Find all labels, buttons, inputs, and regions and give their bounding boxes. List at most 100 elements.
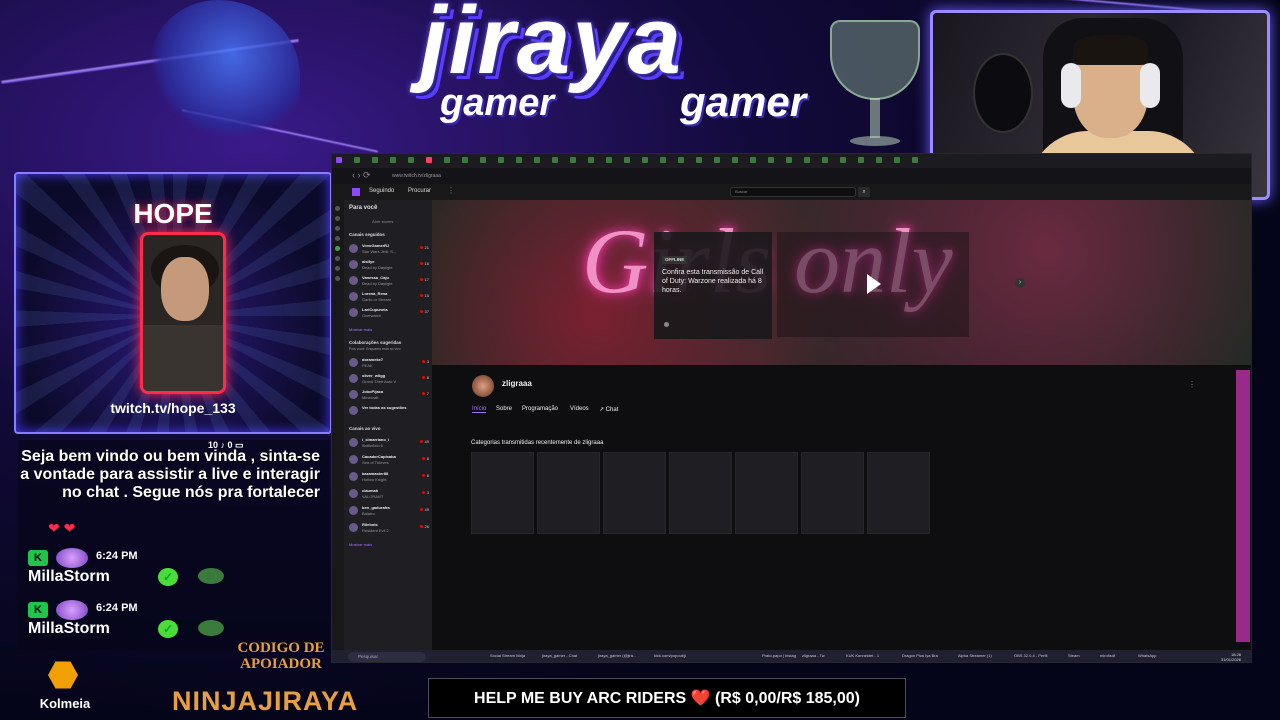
scrollbar[interactable] bbox=[1236, 370, 1250, 642]
more-icon[interactable]: ⋮ bbox=[447, 186, 455, 195]
sidebar-channel[interactable]: LariCupuneia Overwatch 37 bbox=[349, 306, 429, 320]
stream-overlay: jiraya gamer gamer HOPE twitch.tv/hope_1… bbox=[0, 0, 1280, 720]
logo-subtitle-right: gamer bbox=[680, 78, 807, 125]
category-card[interactable] bbox=[669, 452, 732, 534]
nav-browse[interactable]: Procurar bbox=[408, 188, 431, 194]
collab-subtitle: Pois você: Enquanto está ao vivo bbox=[349, 347, 401, 351]
twitch-logo-icon[interactable] bbox=[352, 188, 360, 196]
twitch-header: Seguindo Procurar ⋮ Buscar ⌕ bbox=[332, 184, 1251, 200]
show-more-link[interactable]: Mostrar mais bbox=[349, 327, 372, 332]
side-icon-rail bbox=[332, 200, 344, 660]
category-card[interactable] bbox=[471, 452, 534, 534]
category-card[interactable] bbox=[603, 452, 666, 534]
supporter-code: NINJAJIRAYA bbox=[172, 686, 359, 716]
chat-username: MillaStorm bbox=[28, 568, 110, 585]
promo-panel: HOPE twitch.tv/hope_133 bbox=[14, 172, 332, 434]
section-live: Canais ao vivo bbox=[349, 426, 381, 431]
clock-date: 31/01/2026 bbox=[1220, 657, 1241, 662]
section-followed: Canais seguidos bbox=[349, 232, 385, 237]
sidebar-channel[interactable]: Lorena_Rena Garlic or Stream 15 bbox=[349, 290, 429, 304]
categories-title: Categorias transmitidas recentemente de … bbox=[471, 440, 604, 446]
taskbar-item[interactable]: kick.com/popout/ji bbox=[654, 653, 686, 658]
sidebar-channel[interactable]: Rilebots Resident Evil 2 26 bbox=[349, 521, 429, 535]
taskbar-item[interactable]: Alpha Streamer (1) bbox=[958, 653, 992, 658]
followed-sidebar: Para você Abrir stories Canais seguidos … bbox=[344, 200, 432, 660]
channel-banner: Girls only OFFLINE Confira esta transmis… bbox=[432, 200, 1251, 365]
taskbar-item[interactable]: WhatsApp bbox=[1138, 653, 1156, 658]
tab-chat[interactable]: ↗ Chat bbox=[599, 406, 618, 413]
taskbar-search[interactable]: Pesquisar bbox=[348, 652, 426, 662]
search-input[interactable]: Buscar bbox=[730, 187, 856, 197]
sidebar-channel[interactable]: VovoGamerRJ Star Wars Jedi: S... 21 bbox=[349, 242, 429, 256]
hearts-icon: ❤ ❤ bbox=[48, 520, 76, 536]
taskbar-item[interactable]: zligraaa - Tw bbox=[802, 653, 825, 658]
offline-text: Confira esta transmissão de Call of Duty… bbox=[662, 269, 764, 294]
play-icon[interactable] bbox=[867, 274, 881, 294]
sidebar-channel[interactable]: oliver_wilgg Grand Theft Auto V8 bbox=[349, 372, 429, 386]
nav-following[interactable]: Seguindo bbox=[369, 188, 394, 194]
sidebar-channel[interactable]: Vanessa_Caju Dead by Daylight 17 bbox=[349, 274, 429, 288]
sidebar-channel[interactable]: claumah VALORANT 3 bbox=[349, 487, 429, 501]
supporter-code-label: CODIGO DE APOIADOR bbox=[237, 640, 325, 672]
sidebar-channel[interactable]: ben_gadurafra Balatro 49 bbox=[349, 504, 429, 518]
taskbar-item[interactable]: Steam bbox=[1068, 653, 1080, 658]
taskbar-item[interactable]: jiraya_gamer (@jira... bbox=[598, 653, 636, 658]
category-card[interactable] bbox=[801, 452, 864, 534]
taskbar-item[interactable]: Prato-papo | Instag bbox=[762, 653, 796, 658]
sidebar-channel[interactable]: alsifye Dead by Daylight 18 bbox=[349, 258, 429, 272]
taskbar-item[interactable]: Social Stream Ninja bbox=[490, 653, 525, 658]
taskbar-clock[interactable]: 18:28 31/01/2026 bbox=[1221, 652, 1241, 662]
sidebar-channel[interactable]: kazamaster88 Hollow Knight 6 bbox=[349, 470, 429, 484]
taskbar-item[interactable]: KUK Konnektet - 1 bbox=[846, 653, 879, 658]
mascot-logo bbox=[150, 0, 300, 140]
chevron-right-icon[interactable]: › bbox=[1015, 278, 1025, 288]
see-all-suggestions[interactable]: Ver todas as sugestões bbox=[349, 404, 429, 418]
offline-tag: OFFLINE bbox=[662, 256, 688, 264]
channel-name[interactable]: zligraaa bbox=[502, 379, 532, 388]
stories-button[interactable]: Abrir stories bbox=[372, 219, 393, 224]
tab-home[interactable]: Início bbox=[472, 406, 487, 413]
channel-info: zligraaa bbox=[472, 375, 672, 397]
chat-time: 6:24 PM bbox=[96, 602, 138, 614]
sidebar-channel[interactable]: dorameke7 PEAK 3 bbox=[349, 356, 429, 370]
address-url[interactable]: www.twitch.tv/zligraaa bbox=[392, 173, 441, 179]
sidebar-channel[interactable]: JoboPijaca Minecraft 7 bbox=[349, 388, 429, 402]
verified-icon: ✓ bbox=[158, 568, 178, 586]
sidebar-channel[interactable]: i_cimarriano_l Battlefield 6 49 bbox=[349, 436, 429, 450]
more-options-icon[interactable]: ⋮ bbox=[1188, 380, 1196, 389]
logo-subtitle-left: gamer bbox=[440, 82, 555, 124]
chat-time: 6:24 PM bbox=[96, 550, 138, 562]
nav-arrows-icon[interactable]: ‹ › ⟳ bbox=[352, 170, 371, 181]
video-preview[interactable]: › bbox=[777, 232, 1025, 337]
welcome-message: Seja bem vindo ou bem vinda , sinta-se a… bbox=[20, 448, 320, 501]
avatar[interactable] bbox=[472, 375, 494, 397]
category-card[interactable] bbox=[735, 452, 798, 534]
donation-goal: HELP ME BUY ARC RIDERS ❤️ (R$ 0,00/R$ 18… bbox=[428, 678, 906, 718]
tab-schedule[interactable]: Programação bbox=[522, 406, 558, 412]
section-collab: Colaborações sugeridas bbox=[349, 340, 402, 345]
taskbar-item[interactable]: OBS 32.0.4 - Perfil bbox=[1014, 653, 1047, 658]
chat-overlay: 10 ♪ 0 ▭ Seja bem vindo ou bem vinda , s… bbox=[18, 440, 330, 650]
category-card[interactable] bbox=[867, 452, 930, 534]
address-bar[interactable]: ‹ › ⟳ www.twitch.tv/zligraaa bbox=[332, 168, 1251, 184]
taskbar-item[interactable]: jiraya_gamer - Chat bbox=[542, 653, 577, 658]
show-more-link[interactable]: Mostrar mais bbox=[349, 542, 372, 547]
emote-icon bbox=[198, 568, 224, 584]
promo-title: HOPE bbox=[133, 198, 213, 229]
sidebar-channel[interactable]: CacadorCapixaba Sea of Thieves 8 bbox=[349, 453, 429, 467]
channel-page: Girls only OFFLINE Confira esta transmis… bbox=[432, 200, 1251, 660]
taskbar-item[interactable]: Dragon Plus Iya Bra bbox=[902, 653, 938, 658]
promo-url: twitch.tv/hope_133 bbox=[110, 400, 236, 416]
hexagon-icon bbox=[48, 661, 78, 689]
offline-card[interactable]: OFFLINE Confira esta transmissão de Call… bbox=[654, 232, 772, 339]
browser-tabs[interactable] bbox=[332, 154, 1251, 168]
tab-videos[interactable]: Vídeos bbox=[570, 406, 589, 412]
cup-decoration bbox=[830, 20, 920, 150]
category-card[interactable] bbox=[537, 452, 600, 534]
kick-badge-icon: K bbox=[28, 602, 48, 618]
taskbar-item[interactable]: mirofisdf bbox=[1100, 653, 1115, 658]
tab-about[interactable]: Sobre bbox=[496, 406, 512, 412]
kolmeia-label: Kolmeia bbox=[39, 696, 91, 711]
search-button[interactable]: ⌕ bbox=[858, 187, 870, 197]
mic-icon bbox=[664, 322, 669, 327]
